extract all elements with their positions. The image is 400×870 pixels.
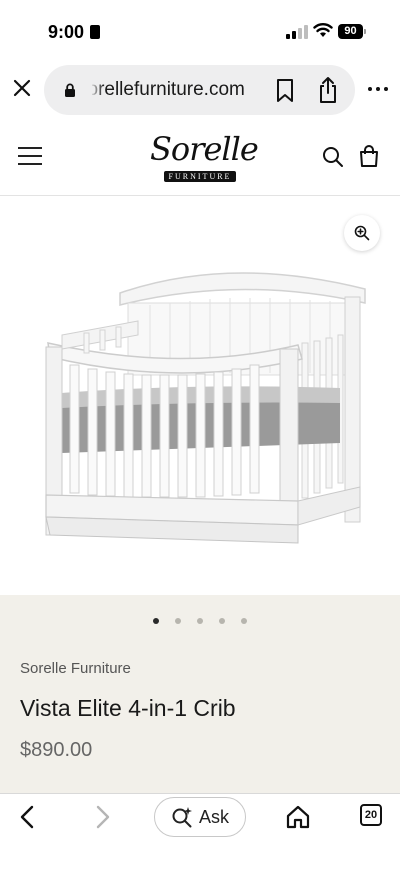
pagination-dot[interactable] bbox=[241, 618, 247, 624]
ask-button[interactable]: Ask bbox=[154, 797, 246, 837]
battery-tip bbox=[364, 29, 366, 34]
close-icon bbox=[13, 79, 31, 97]
site-header: Sorelle FURNITURE bbox=[0, 120, 400, 196]
status-time: 9:00 bbox=[48, 22, 85, 42]
logo-script: Sorelle bbox=[150, 130, 259, 168]
zoom-in-icon bbox=[354, 225, 370, 241]
search-icon[interactable] bbox=[322, 146, 344, 168]
pagination-dot[interactable] bbox=[153, 618, 159, 624]
close-button[interactable] bbox=[8, 74, 36, 102]
ask-label: Ask bbox=[198, 806, 229, 827]
url-field[interactable]: sorellefurniture.com bbox=[44, 65, 355, 115]
shopping-bag-icon[interactable] bbox=[358, 144, 380, 168]
id-badge-icon bbox=[90, 25, 100, 39]
url-fade bbox=[90, 75, 104, 105]
bookmark-icon[interactable] bbox=[273, 78, 297, 104]
battery-icon: 90 bbox=[338, 24, 363, 39]
logo-band: FURNITURE bbox=[163, 171, 237, 182]
product-image-gallery[interactable] bbox=[0, 197, 400, 595]
share-icon[interactable] bbox=[316, 76, 340, 104]
gallery-pagination bbox=[0, 595, 400, 651]
pagination-dots bbox=[0, 618, 400, 624]
status-bar: 9:00 90 bbox=[0, 0, 400, 60]
wifi-icon bbox=[313, 23, 333, 37]
cellular-signal-icon bbox=[286, 25, 308, 39]
ask-sparkle-search-icon bbox=[172, 807, 192, 828]
back-arrow-icon[interactable] bbox=[16, 804, 40, 830]
zoom-button[interactable] bbox=[344, 215, 380, 251]
browser-address-bar: sorellefurniture.com bbox=[0, 62, 400, 116]
product-info: Sorelle Furniture Vista Elite 4-in-1 Cri… bbox=[0, 651, 400, 793]
home-icon[interactable] bbox=[285, 804, 311, 830]
pagination-dot[interactable] bbox=[175, 618, 181, 624]
more-icon[interactable] bbox=[364, 82, 392, 96]
site-logo[interactable]: Sorelle FURNITURE bbox=[150, 130, 259, 182]
forward-arrow-icon[interactable] bbox=[90, 804, 114, 830]
menu-icon[interactable] bbox=[18, 147, 44, 167]
product-title: Vista Elite 4-in-1 Crib bbox=[20, 695, 236, 721]
crib-image bbox=[45, 272, 366, 544]
tabs-icon[interactable]: 20 bbox=[360, 804, 382, 826]
pagination-dot[interactable] bbox=[197, 618, 203, 624]
pagination-dot[interactable] bbox=[219, 618, 225, 624]
browser-toolbar: Ask 20 bbox=[0, 793, 400, 870]
url-text: sorellefurniture.com bbox=[92, 79, 245, 100]
product-brand[interactable]: Sorelle Furniture bbox=[20, 660, 131, 677]
lock-icon bbox=[65, 83, 75, 97]
product-price: $890.00 bbox=[20, 739, 93, 761]
